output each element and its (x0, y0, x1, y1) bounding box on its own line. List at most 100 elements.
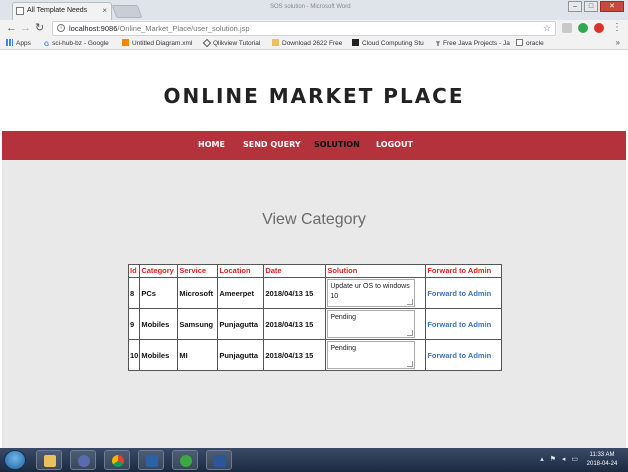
bookmark-cloud-computing[interactable]: Cloud Computing Stu (352, 39, 424, 48)
system-tray-icons[interactable]: ▴ ⚑ ◂ ▭ (540, 455, 580, 463)
bookmark-untitled-diagram[interactable]: Untitled Diagram.xml (122, 39, 192, 48)
solution-textarea[interactable]: Update ur OS to windows 10 (327, 279, 416, 307)
browser-titlebar: All Template Needs × SOS solution - Micr… (0, 0, 628, 20)
reload-icon[interactable]: ↻ (35, 22, 44, 34)
folder-icon (272, 39, 279, 46)
col-header-solution: Solution (325, 264, 427, 278)
maximize-button[interactable]: □ (584, 1, 598, 12)
col-header-id: Id (127, 264, 141, 278)
url-path: /Online_Market_Place/user_solution.jsp (117, 24, 250, 33)
col-header-service: Service (177, 264, 219, 278)
bookmark-oracle[interactable]: oracle (516, 39, 544, 48)
taskbar-explorer[interactable] (36, 450, 62, 470)
cell-forward: Forward to Admin (425, 277, 503, 309)
category-table: Id Category Service Location Date Soluti… (127, 264, 503, 371)
grammarly-icon[interactable] (578, 23, 588, 33)
taskbar-qlikview[interactable] (172, 450, 198, 470)
opera-extension-icon[interactable] (594, 23, 604, 33)
cell-solution: Pending (325, 339, 427, 371)
col-header-category: Category (139, 264, 179, 278)
cell-location: Ameerpet (217, 277, 265, 309)
new-tab-button[interactable] (111, 5, 143, 18)
solution-textarea[interactable]: Pending (327, 310, 416, 338)
cell-id: 10 (127, 339, 141, 371)
bookmarks-overflow-icon[interactable]: » (616, 38, 620, 47)
start-button[interactable] (4, 450, 26, 470)
word-icon (214, 455, 226, 467)
taskbar-clock[interactable]: 11:33 AM 2018-04-24 (582, 451, 622, 469)
url-host: localhost:9086 (69, 24, 118, 33)
browser-menu-icon[interactable]: ⋮ (612, 22, 622, 34)
cell-category: PCs (139, 277, 179, 309)
taskbar-word[interactable] (206, 450, 232, 470)
cell-id: 8 (127, 277, 141, 309)
col-header-date: Date (263, 264, 327, 278)
cell-forward: Forward to Admin (425, 339, 503, 371)
forward-arrow-icon[interactable]: → (20, 22, 31, 34)
cube-icon (146, 455, 158, 467)
bookmarks-bar: Apps Gsci-hub-bz - Google Untitled Diagr… (0, 37, 628, 50)
text-t-icon: T (436, 41, 440, 48)
page-heading: View Category (262, 211, 366, 228)
google-icon: G (44, 41, 50, 48)
cell-date: 2018/04/13 15 (263, 277, 327, 309)
chrome-icon (112, 455, 124, 467)
os-taskbar: ▴ ⚑ ◂ ▭ 11:33 AM 2018-04-24 (0, 448, 628, 472)
window-title: SOS solution - Microsoft Word (270, 4, 351, 10)
forward-to-admin-link[interactable]: Forward to Admin (427, 351, 491, 360)
page-icon (516, 39, 523, 46)
cell-service: Samsung (177, 308, 219, 340)
cell-location: Punjagutta (217, 339, 265, 371)
extension-icon[interactable] (562, 23, 572, 33)
taskbar-eclipse[interactable] (70, 450, 96, 470)
cell-location: Punjagutta (217, 308, 265, 340)
solution-textarea[interactable]: Pending (327, 341, 416, 369)
nav-send-query[interactable]: SEND QUERY (243, 140, 301, 150)
page-info-icon[interactable]: i (57, 24, 65, 32)
tab-close-icon[interactable]: × (102, 3, 107, 19)
taskbar-chrome[interactable] (104, 450, 130, 470)
folder-icon (44, 455, 56, 467)
table-row: 10 Mobiles MI Punjagutta 2018/04/13 15 P… (127, 339, 503, 371)
page-favicon-icon (16, 7, 24, 15)
bookmark-qlikview[interactable]: Qlikview Tutorial (202, 38, 260, 48)
drawio-icon (122, 39, 129, 46)
address-bar[interactable]: i localhost:9086/Online_Market_Place/use… (52, 21, 556, 36)
cell-category: Mobiles (139, 339, 179, 371)
cell-service: Microsoft (177, 277, 219, 309)
tab-title: All Template Needs (27, 7, 88, 14)
taskbar-virtualbox[interactable] (138, 450, 164, 470)
main-navbar: HOME SEND QUERY SOLUTION LOGOUT (2, 131, 626, 160)
cell-service: MI (177, 339, 219, 371)
cell-date: 2018/04/13 15 (263, 339, 327, 371)
bookmark-scihub[interactable]: Gsci-hub-bz - Google (44, 39, 109, 48)
bookmark-download[interactable]: Download 2622 Free (272, 39, 342, 48)
qlikview-icon (180, 455, 192, 467)
bookmark-java-projects[interactable]: T Free Java Projects - Ja (436, 39, 510, 48)
bookmark-apps[interactable]: Apps (6, 39, 31, 48)
col-header-location: Location (217, 264, 265, 278)
back-arrow-icon[interactable]: ← (6, 22, 17, 34)
qlikview-icon (202, 38, 212, 48)
forward-to-admin-link[interactable]: Forward to Admin (427, 320, 491, 329)
table-row: 9 Mobiles Samsung Punjagutta 2018/04/13 … (127, 308, 503, 340)
table-row: 8 PCs Microsoft Ameerpet 2018/04/13 15 U… (127, 277, 503, 309)
nav-home[interactable]: HOME (198, 140, 225, 150)
browser-toolbar: ← → ↻ i localhost:9086/Online_Market_Pla… (0, 20, 628, 37)
minimize-button[interactable]: – (568, 1, 582, 12)
cell-solution: Pending (325, 308, 427, 340)
cell-category: Mobiles (139, 308, 179, 340)
browser-tab-active[interactable]: All Template Needs × (12, 2, 112, 20)
nav-solution[interactable]: SOLUTION (314, 140, 360, 150)
site-title: ONLINE MARKET PLACE (163, 84, 465, 108)
cell-solution: Update ur OS to windows 10 (325, 277, 427, 309)
forward-to-admin-link[interactable]: Forward to Admin (427, 289, 491, 298)
eclipse-icon (78, 455, 90, 467)
close-window-button[interactable]: ✕ (600, 1, 624, 12)
nav-logout[interactable]: LOGOUT (376, 140, 413, 150)
table-header-row: Id Category Service Location Date Soluti… (127, 264, 503, 278)
bookmark-star-icon[interactable]: ☆ (543, 22, 551, 35)
cell-id: 9 (127, 308, 141, 340)
site-favicon-icon (352, 39, 359, 46)
clock-time: 11:33 AM (589, 452, 615, 458)
